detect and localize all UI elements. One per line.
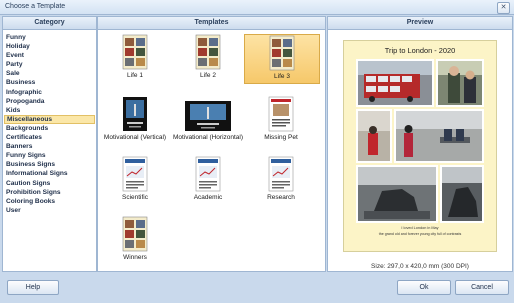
category-list[interactable]: Funny Holiday Event Party Sale Business Infogr…	[3, 30, 96, 215]
template-scientific[interactable]: Scientific	[98, 156, 172, 204]
template-life-3[interactable]: Life 3	[244, 34, 320, 84]
category-item-caution-signs[interactable]: Caution Signs	[3, 179, 96, 188]
category-panel: Category Funny Holiday Event Party Sale Busin…	[2, 16, 97, 272]
photo-statue-closeup	[440, 165, 484, 223]
template-academic[interactable]: Academic	[171, 156, 245, 204]
template-label: Motivational (Horizontal)	[172, 134, 244, 141]
category-item-user[interactable]: User	[3, 206, 96, 215]
template-label: Life 2	[200, 72, 216, 79]
window-title: Choose a Template	[5, 3, 66, 10]
category-item-event[interactable]: Event	[3, 51, 96, 60]
cancel-button[interactable]: Cancel	[455, 280, 509, 295]
template-label: Missing Pet	[264, 134, 298, 141]
ok-button[interactable]: Ok	[397, 280, 451, 295]
template-motivational-vertical[interactable]: Motivational (Vertical)	[98, 96, 172, 144]
photo-red-figure	[356, 109, 392, 163]
photo-guards-bench	[394, 109, 484, 163]
category-item-prohibition-signs[interactable]: Prohibition Signs	[3, 188, 96, 197]
category-item-holiday[interactable]: Holiday	[3, 42, 96, 51]
template-winners[interactable]: Winners	[98, 216, 172, 264]
template-thumbnail	[244, 96, 318, 132]
help-button[interactable]: Help	[7, 280, 59, 295]
poster-photo-collage	[356, 59, 484, 223]
category-item-informational-signs[interactable]: Informational Signs	[3, 169, 96, 178]
templates-header: Templates	[98, 17, 325, 30]
template-label: Life 3	[274, 73, 290, 80]
template-life-1[interactable]: Life 1	[98, 34, 172, 82]
category-item-backgrounds[interactable]: Backgrounds	[3, 124, 96, 133]
template-thumbnail	[98, 96, 172, 132]
category-item-propoganda[interactable]: Propoganda	[3, 97, 96, 106]
template-missing-pet[interactable]: Missing Pet	[244, 96, 318, 144]
template-motivational-horizontal[interactable]: Motivational (Horizontal)	[171, 96, 245, 144]
category-item-banners[interactable]: Banners	[3, 142, 96, 151]
template-thumbnail	[245, 35, 319, 71]
template-thumbnail	[171, 156, 245, 192]
preview-panel: Preview Trip to London - 2020 I loved Lo…	[327, 16, 513, 272]
category-item-kids[interactable]: Kids	[3, 106, 96, 115]
poster-caption-2: the grand old and forever young city ful…	[378, 232, 462, 236]
template-thumbnail	[171, 96, 245, 132]
template-thumbnail	[244, 156, 318, 192]
template-label: Academic	[193, 194, 223, 201]
category-item-funny-signs[interactable]: Funny Signs	[3, 151, 96, 160]
poster-caption-1: I loved London in May	[401, 226, 439, 230]
category-item-certificates[interactable]: Certificates	[3, 133, 96, 142]
close-button[interactable]: ✕	[497, 2, 510, 14]
title-bar: Choose a Template ✕	[0, 0, 514, 15]
template-label: Research	[267, 194, 295, 201]
size-readout: Size: 297,0 x 420,0 mm (300 DPI)	[371, 263, 469, 270]
template-thumbnail	[98, 156, 172, 192]
template-thumbnail	[98, 34, 172, 70]
category-item-miscellaneous[interactable]: Miscellaneous	[4, 114, 95, 124]
template-label: Motivational (Vertical)	[103, 134, 167, 141]
template-label: Life 1	[127, 72, 143, 79]
templates-panel: Templates Life 1 Life 2 Life 3 Motivatio…	[97, 16, 326, 272]
template-thumbnail	[171, 34, 245, 70]
preview-header: Preview	[328, 17, 512, 30]
templates-grid: Life 1 Life 2 Life 3 Motivational (Verti…	[98, 30, 325, 271]
template-research[interactable]: Research	[244, 156, 318, 204]
template-thumbnail	[98, 216, 172, 252]
preview-poster: Trip to London - 2020 I loved London in …	[343, 40, 497, 252]
category-header: Category	[3, 17, 96, 30]
category-item-infographic[interactable]: Infographic	[3, 88, 96, 97]
category-item-funny[interactable]: Funny	[3, 33, 96, 42]
category-item-sale[interactable]: Sale	[3, 69, 96, 78]
category-item-party[interactable]: Party	[3, 60, 96, 69]
photo-bus	[356, 59, 434, 107]
photo-horse-statue	[356, 165, 438, 223]
category-item-business[interactable]: Business	[3, 78, 96, 87]
template-label: Scientific	[121, 194, 148, 201]
template-life-2[interactable]: Life 2	[171, 34, 245, 82]
category-item-business-signs[interactable]: Business Signs	[3, 160, 96, 169]
photo-people-street	[436, 59, 484, 107]
category-item-coloring-books[interactable]: Coloring Books	[3, 197, 96, 206]
template-label: Winners	[123, 254, 147, 261]
